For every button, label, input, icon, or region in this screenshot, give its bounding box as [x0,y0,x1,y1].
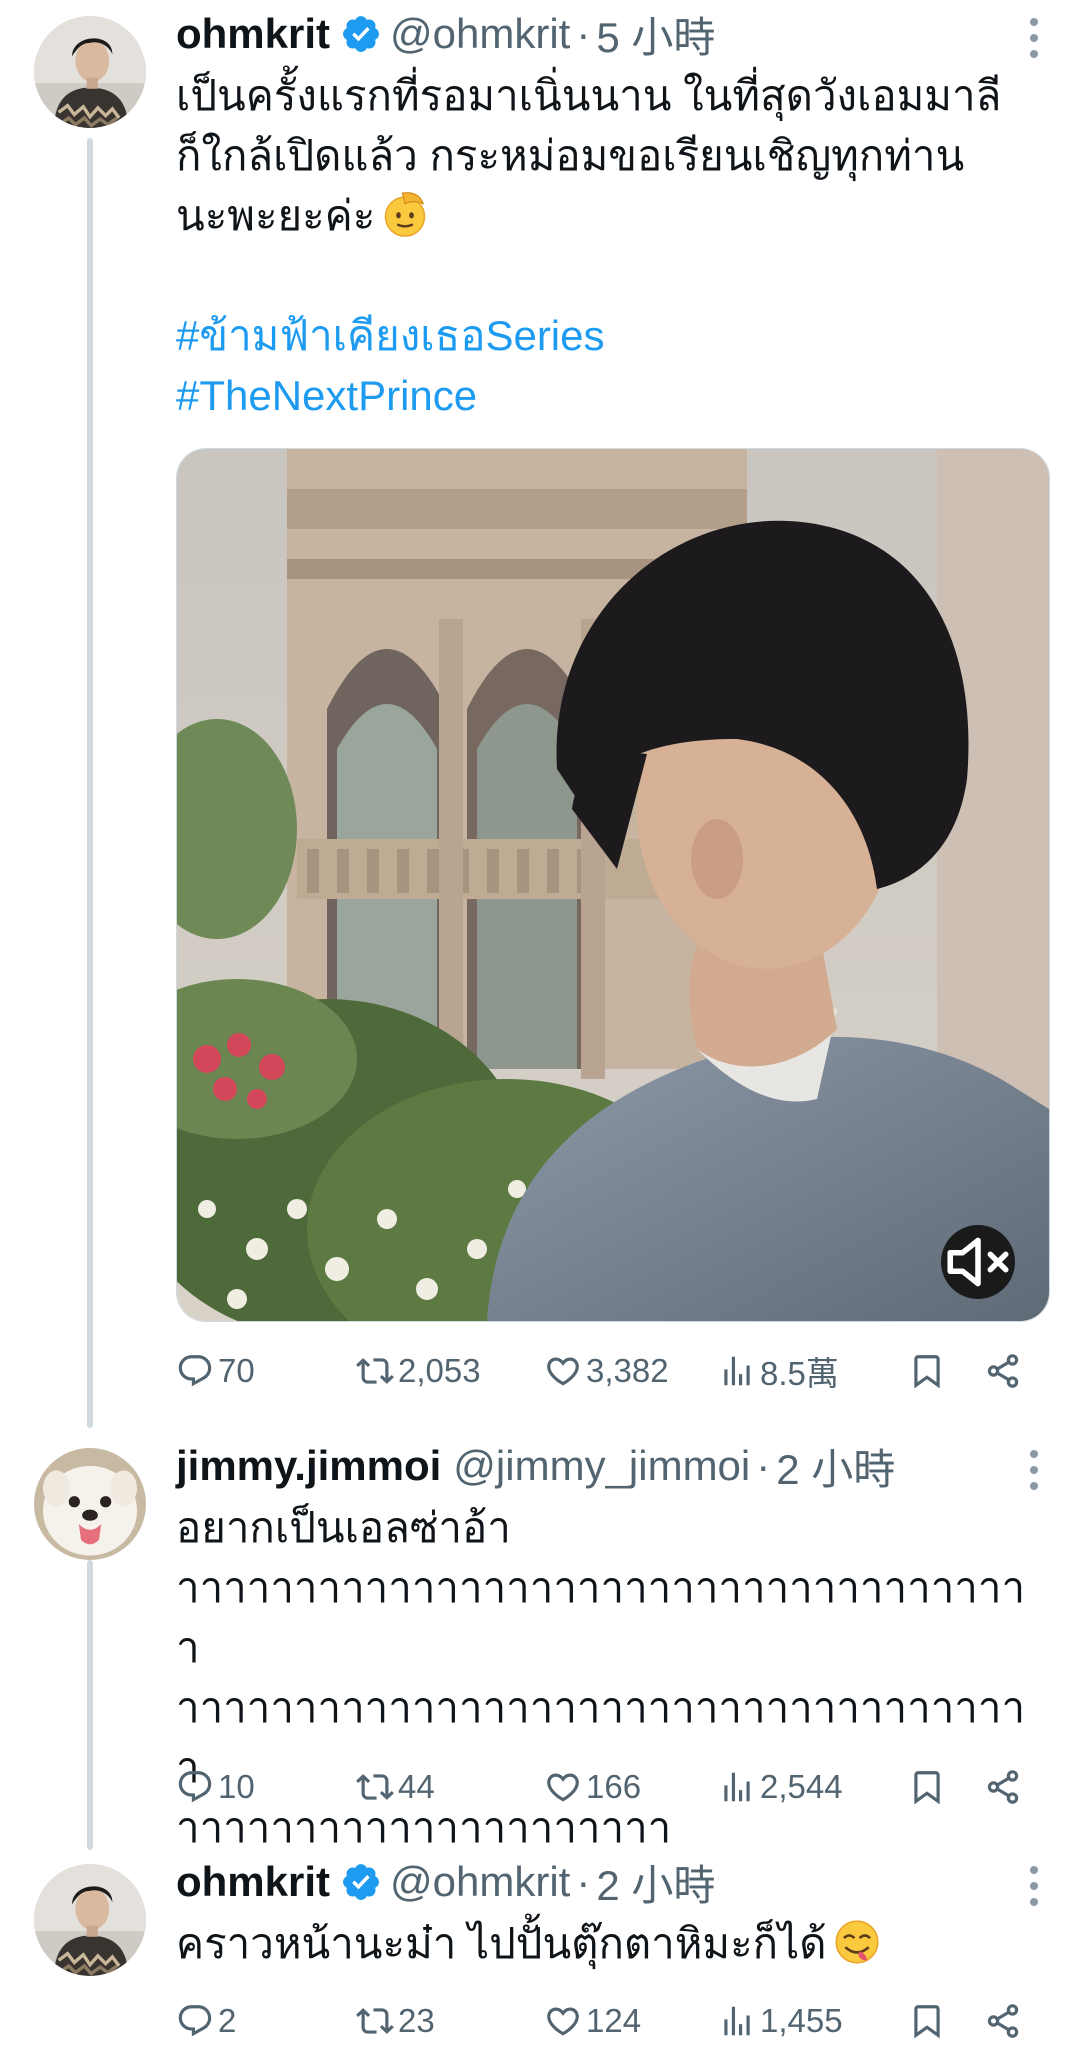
repost-icon [356,2002,394,2040]
reply-count: 10 [218,1768,255,1805]
bookmark-button[interactable] [908,1762,950,1812]
views-button[interactable]: 1,455 [718,1996,843,2046]
face-savoring-food-emoji [834,1920,879,1964]
tweet-body: คราวหน้านะม๋า ไปปั้นตุ๊กตาหิมะก็ได้ [176,1920,827,1967]
like-button[interactable]: 124 [544,1996,641,2046]
like-icon [544,1352,582,1390]
reply-icon [176,1352,214,1390]
like-icon [544,2002,582,2040]
verified-icon [340,1861,382,1903]
tweet-header: ohmkrit @ohmkrit · 5 小時 [176,6,1040,62]
bookmark-icon [908,1768,946,1806]
tweet-text: เป็นครั้งแรกที่รอมาเนิ่นนาน ในที่สุดวังเ… [176,66,1040,246]
repost-count: 44 [398,1768,435,1805]
views-button[interactable]: 8.5萬 [718,1346,839,1396]
timestamp[interactable]: 2 小時 [776,1436,895,1497]
share-button[interactable] [984,1762,1026,1812]
avatar[interactable] [34,1448,146,1560]
repost-button[interactable]: 2,053 [356,1346,481,1396]
display-name[interactable]: jimmy.jimmoi [176,1442,441,1490]
user-handle[interactable]: @ohmkrit [390,1858,570,1906]
tweet-actions: 10 44 166 2,544 [176,1762,1044,1812]
tweet-body: เป็นครั้งแรกที่รอมาเนิ่นนาน ในที่สุดวังเ… [176,72,1002,239]
display-name[interactable]: ohmkrit [176,10,330,58]
views-icon [718,2002,756,2040]
timestamp[interactable]: 5 小時 [596,4,715,65]
views-icon [718,1768,756,1806]
thread-connector-line [87,138,93,1428]
more-icon[interactable] [1024,1866,1044,1906]
reply-count: 70 [218,1352,255,1389]
views-button[interactable]: 2,544 [718,1762,843,1812]
mute-toggle[interactable] [941,1225,1015,1299]
like-count: 166 [586,1768,642,1805]
like-button[interactable]: 3,382 [544,1346,669,1396]
share-icon [984,1768,1022,1806]
reply-button[interactable]: 70 [176,1346,255,1396]
like-count: 3,382 [586,1352,669,1389]
repost-icon [356,1352,394,1390]
tweet-actions: 2 23 124 1,455 [176,1996,1044,2046]
mute-icon [947,1237,1009,1287]
share-icon [984,2002,1022,2040]
saluting-face-emoji [385,192,426,237]
avatar[interactable] [34,1864,146,1976]
repost-icon [356,1768,394,1806]
tweet-text: คราวหน้านะม๋า ไปปั้นตุ๊กตาหิมะก็ได้ [176,1914,1040,1974]
hashtag-link[interactable]: #TheNextPrince [176,366,605,426]
user-handle[interactable]: @jimmy_jimmoi [453,1442,750,1490]
reply-icon [176,2002,214,2040]
reply-icon [176,1768,214,1806]
display-name[interactable]: ohmkrit [176,1858,330,1906]
view-count: 8.5萬 [760,1355,839,1392]
verified-icon [340,13,382,55]
separator: · [576,10,591,57]
reply-button[interactable]: 2 [176,1996,236,2046]
bookmark-button[interactable] [908,1346,950,1396]
avatar[interactable] [34,16,146,128]
tweet-header: ohmkrit @ohmkrit · 2 小時 [176,1854,1040,1910]
separator: · [576,1858,591,1905]
bookmark-button[interactable] [908,1996,950,2046]
like-count: 124 [586,2002,642,2039]
like-button[interactable]: 166 [544,1762,641,1812]
tweet-actions: 70 2,053 3,382 8.5萬 [176,1346,1044,1396]
separator: · [756,1442,771,1489]
bookmark-icon [908,1352,946,1390]
video-frame [177,449,1049,1321]
share-button[interactable] [984,1346,1026,1396]
video-player[interactable] [176,448,1050,1322]
views-icon [718,1352,756,1390]
hashtags: #ข้ามฟ้าเคียงเธอSeries #TheNextPrince [176,306,605,426]
reply-count: 2 [218,2002,237,2039]
bookmark-icon [908,2002,946,2040]
repost-count: 2,053 [398,1352,481,1389]
repost-button[interactable]: 23 [356,1996,435,2046]
user-handle[interactable]: @ohmkrit [390,10,570,58]
thread-connector-line [87,1560,93,1850]
more-icon[interactable] [1024,18,1044,58]
reply-button[interactable]: 10 [176,1762,255,1812]
share-button[interactable] [984,1996,1026,2046]
timestamp[interactable]: 2 小時 [596,1852,715,1913]
view-count: 1,455 [760,2002,843,2039]
repost-button[interactable]: 44 [356,1762,435,1812]
view-count: 2,544 [760,1768,843,1805]
tweet-header: jimmy.jimmoi @jimmy_jimmoi · 2 小時 [176,1438,1040,1494]
like-icon [544,1768,582,1806]
repost-count: 23 [398,2002,435,2039]
more-icon[interactable] [1024,1450,1044,1490]
hashtag-link[interactable]: #ข้ามฟ้าเคียงเธอSeries [176,306,605,366]
share-icon [984,1352,1022,1390]
